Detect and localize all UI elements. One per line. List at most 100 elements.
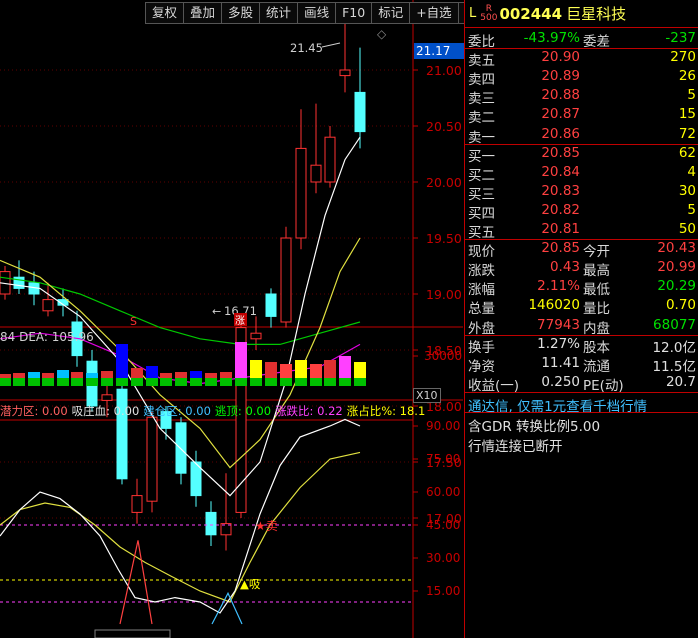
volume-bar-green [250,378,262,386]
x10-button[interactable]: X10 [413,388,441,403]
kline-chart[interactable]: 21.0020.5020.0019.5019.0018.5018.0017.50… [0,0,463,638]
quote-panel: L R 500 002444 巨星科技 委比 -43.97% 委差 -237 卖五 20.9… [464,0,698,638]
candle-body [131,495,143,513]
price-axis-label: 20.50 [426,119,462,134]
indicator-value-3: 逃顶: 0.00 [214,404,272,418]
volume-bar [116,344,128,382]
level-label: L [469,6,477,21]
volume-bar-green [265,378,277,386]
bid-volume: 4 [687,163,696,180]
ask-label: 卖四 [468,72,495,89]
volume-bar-green [146,378,158,386]
toolbar-button-6[interactable]: 标记 [371,2,411,24]
info-label: 换手 [468,339,495,356]
weicha-label: 委差 [583,34,610,50]
bid-label: 买五 [468,225,495,241]
stat-value: 0.43 [549,259,580,276]
low-annotation-arrow: ← [212,305,221,318]
stat-label-2: 量比 [583,301,610,318]
ind-peak-red [119,540,153,625]
ask-price: 20.87 [541,106,580,123]
price-axis-label: 19.00 [426,287,462,302]
stock-header[interactable]: L R 500 002444 巨星科技 [465,0,698,28]
bid-price: 20.85 [541,144,580,161]
weibi-label: 委比 [468,34,495,50]
stock-name: 巨星科技 [566,5,627,23]
weibi-value: -43.97% [523,30,580,46]
stat-label: 总量 [468,301,495,318]
bid-label: 买一 [468,148,495,165]
indicator-legend: 潜力区: 0.00 吸庄血: 0.00 建仓区: 0.00 逃顶: 0.00 涨跌比: … [0,403,429,419]
stat-label: 涨幅 [468,282,495,299]
ask-volume: 26 [678,68,696,85]
bid-row: 买三 20.83 30 [465,182,698,203]
volume-bar-green [235,378,247,386]
bid-volume: 50 [678,221,696,237]
volume-bar-green [354,378,366,386]
weicha-value: -237 [665,30,696,46]
stat-value: 77943 [537,316,580,333]
stat-label-2: 内盘 [583,320,610,337]
volume-bar-green [190,378,202,386]
connection-status: 行情连接已断开 [468,438,563,455]
info-label: 收益(一) [468,377,520,394]
stat-row: 涨跌 0.43 最高 20.99 [465,259,698,279]
bid-row: 买五 20.81 50 [465,221,698,241]
ind-axis-label: 15.00 [426,584,460,598]
stat-value: 2.11% [537,278,580,295]
volume-bar-green [160,378,172,386]
ask-label: 卖三 [468,91,495,108]
msg-divider [465,411,698,413]
volume-bar-green [295,378,307,386]
candle-body [175,422,187,474]
volume-bar-green [116,378,128,386]
diamond-icon: ◇ [377,27,387,41]
ask-row: 卖四 20.89 26 [465,68,698,89]
ask-row: 卖三 20.88 5 [465,87,698,108]
chart-area[interactable]: 21.00 20.50 20.00 19.50 19.00 18.50 18.00 17.50… [0,0,464,638]
toolbar-button-0[interactable]: 复权 [145,2,185,24]
toolbar-button-7[interactable]: +自选 [409,2,459,24]
volume-bar-green [71,378,83,386]
date-cursor-box [94,629,171,638]
ask-price: 20.88 [541,87,580,104]
ask-row: 卖一 20.86 72 [465,125,698,146]
info-value: 1.27% [537,335,580,352]
bid-volume: 62 [678,144,696,161]
stat-row: 涨幅 2.11% 最低 20.29 [465,278,698,299]
stat-value: 146020 [528,297,580,314]
message-divider [465,391,698,393]
toolbar-button-5[interactable]: F10 [335,2,373,24]
ind-axis-label: 75.00 [426,452,460,466]
price-axis-label: 20.00 [426,175,462,190]
current-price-tag: 21.17 [414,43,464,59]
info-value-2: 11.5亿 [652,358,696,375]
toolbar-button-2[interactable]: 多股 [221,2,261,24]
toolbar-button-3[interactable]: 统计 [259,2,299,24]
sell-marker: S [130,315,137,328]
candle-body [339,69,351,77]
bid-row: 买四 20.82 5 [465,202,698,222]
ask-label: 卖一 [468,129,495,146]
bid-price: 20.83 [541,182,580,199]
candle-body [205,511,217,536]
toolbar: 复权叠加多股统计画线F10标记+自选返回 [145,2,497,24]
volume-bar-green [57,378,69,386]
info-row: 换手 1.27% 股本 12.0亿 [465,335,698,356]
volume-bar-green [280,378,292,386]
price-axis-label: 19.50 [426,231,462,246]
info-value: 0.250 [541,373,580,390]
stat-value-2: 20.43 [657,240,696,257]
ask-volume: 5 [687,87,696,104]
ask-volume: 72 [678,125,696,142]
weibi-row: 委比 -43.97% 委差 -237 [465,30,698,50]
ind-axis-label: 30.00 [426,551,460,565]
volume-bar-green [324,378,336,386]
toolbar-button-4[interactable]: 画线 [297,2,337,24]
info-label-2: PE(动) [583,377,624,394]
stat-row: 外盘 77943 内盘 68077 [465,316,698,337]
bid-label: 买二 [468,167,495,184]
sell-star-annotation: ★卖 [255,519,278,533]
ask-label: 卖五 [468,53,495,70]
toolbar-button-1[interactable]: 叠加 [183,2,223,24]
